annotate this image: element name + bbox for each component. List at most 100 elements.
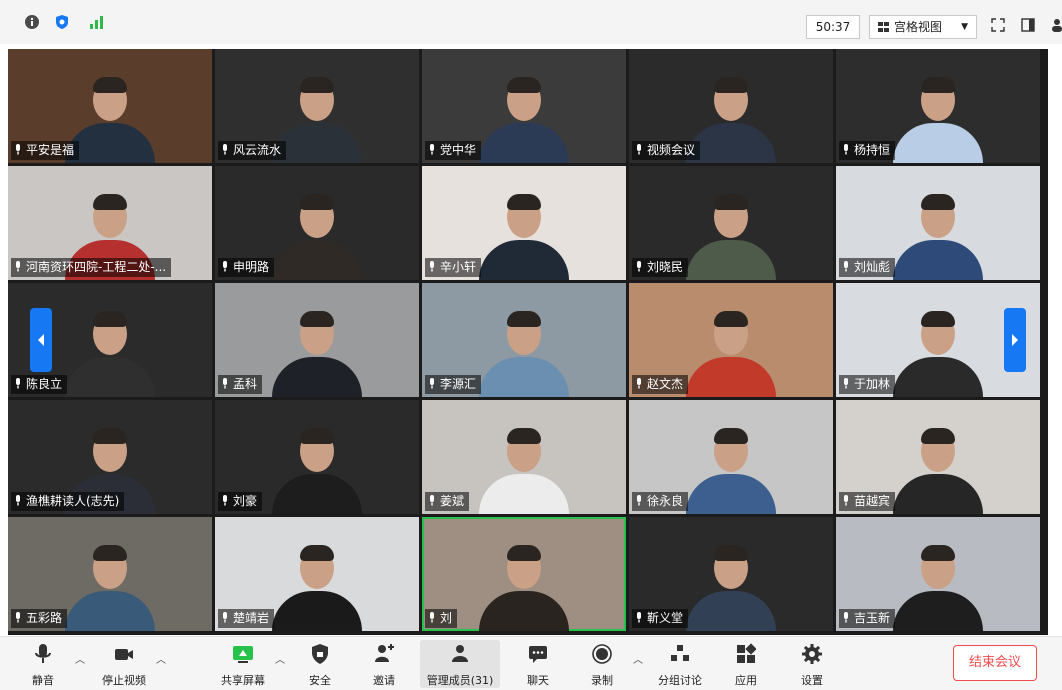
participant-silhouette [262,190,372,280]
previous-page-arrow[interactable] [30,308,52,372]
participant-silhouette [469,424,579,514]
participant-video-tile[interactable]: 刘晓民 [629,166,833,280]
microphone-icon [16,612,20,623]
record-button[interactable]: 录制 [570,640,634,688]
sidebar-toggle-icon[interactable] [1021,18,1035,32]
microphone-icon [223,144,227,155]
participant-name: 杨持恒 [854,143,891,157]
security-button[interactable]: 安全 [288,640,352,688]
share-screen-button[interactable]: 共享屏幕 [211,640,275,688]
participant-video-tile[interactable]: 徐永良 [629,400,833,514]
microphone-icon [430,378,434,389]
participant-video-tile[interactable]: 苗越宾 [836,400,1040,514]
participant-name: 渔樵耕读人(志先) [26,494,120,508]
participant-video-tile[interactable]: 河南资环四院-工程二处-... [8,166,212,280]
participant-name-label: 党中华 [425,141,482,160]
participant-video-tile[interactable]: 刘 [422,517,626,631]
participant-name: 刘晓民 [647,260,684,274]
microphone-icon [637,144,641,155]
participant-name-label: 河南资环四院-工程二处-... [11,258,172,277]
participant-video-tile[interactable]: 李源汇 [422,283,626,397]
manage-members-button[interactable]: 管理成员(31) [420,640,500,688]
apps-label: 应用 [735,674,757,687]
participant-silhouette [262,541,372,631]
participant-video-tile[interactable]: 姜斌 [422,400,626,514]
record-label: 录制 [591,674,613,687]
participant-silhouette [883,190,993,280]
participant-name-label: 赵文杰 [632,375,689,394]
microphone-icon [430,144,434,155]
participant-video-tile[interactable]: 风云流水 [215,49,419,163]
view-mode-dropdown[interactable]: 宫格视图 ▼ [869,15,977,39]
participant-video-tile[interactable]: 赵文杰 [629,283,833,397]
breakout-rooms-label: 分组讨论 [658,674,702,687]
share-screen-icon [233,646,253,663]
mute-options-caret[interactable]: ︿ [75,651,85,666]
participant-video-tile[interactable]: 靳义堂 [629,517,833,631]
participant-name: 姜斌 [440,494,465,508]
share-options-caret[interactable]: ︿ [275,651,285,666]
participant-silhouette [883,73,993,163]
next-page-arrow[interactable] [1004,308,1026,372]
info-icon[interactable] [24,14,40,30]
microphone-icon [223,612,227,623]
gear-icon [802,644,822,664]
participant-name-label: 吉玉新 [839,609,896,628]
participant-name-label: 刘 [425,609,458,628]
participant-video-tile[interactable]: 吉玉新 [836,517,1040,631]
settings-button[interactable]: 设置 [780,640,844,688]
participant-video-tile[interactable]: 五彩路 [8,517,212,631]
chevron-down-icon: ▼ [961,22,968,32]
stop-video-button[interactable]: 停止视频 [92,640,156,688]
record-options-caret[interactable]: ︿ [633,651,643,666]
apps-button[interactable]: 应用 [714,640,778,688]
participant-name-label: 徐永良 [632,492,689,511]
participant-video-tile[interactable]: 孟科 [215,283,419,397]
user-icon[interactable] [1050,18,1062,32]
participant-name-label: 苗越宾 [839,492,896,511]
participant-silhouette [469,190,579,280]
participant-name: 靳义堂 [647,611,684,625]
participant-video-tile[interactable]: 党中华 [422,49,626,163]
microphone-icon [16,144,20,155]
microphone-icon [430,261,434,272]
shield-icon[interactable] [54,14,70,30]
microphone-icon [637,261,641,272]
end-meeting-button[interactable]: 结束会议 [953,645,1037,681]
participant-video-tile[interactable]: 平安是福 [8,49,212,163]
video-grid: 平安是福 风云流水 党中华 视频会议 杨持恒 河南资环四院-工程二处-... 申明路 辛小轩刘… [8,49,1048,635]
participant-name: 河南资环四院-工程二处-... [26,260,167,274]
participant-name-label: 陈良立 [11,375,68,394]
camera-icon [115,649,133,660]
add-user-icon [375,644,394,662]
mute-label: 静音 [32,674,54,687]
participant-name: 徐永良 [647,494,684,508]
participant-silhouette [55,541,165,631]
chat-icon [529,646,547,663]
participant-name: 党中华 [440,143,477,157]
top-status-bar: 50:37 宫格视图 ▼ [0,0,1062,44]
participant-video-tile[interactable]: 杨持恒 [836,49,1040,163]
participant-video-tile[interactable]: 申明路 [215,166,419,280]
participant-video-tile[interactable]: 刘灿彪 [836,166,1040,280]
chat-button[interactable]: 聊天 [506,640,570,688]
video-options-caret[interactable]: ︿ [156,651,166,666]
participant-video-tile[interactable]: 刘豪 [215,400,419,514]
microphone-icon [844,261,848,272]
signal-icon[interactable] [88,14,104,30]
stop-video-label: 停止视频 [102,674,146,687]
participant-name-label: 五彩路 [11,609,68,628]
meeting-timer: 50:37 [806,15,860,39]
microphone-icon [16,495,20,506]
participant-name: 苗越宾 [854,494,891,508]
participant-video-tile[interactable]: 渔樵耕读人(志先) [8,400,212,514]
mute-button[interactable]: 静音 [11,640,75,688]
participant-video-tile[interactable]: 楚靖岩 [215,517,419,631]
microphone-icon [223,495,227,506]
participant-video-tile[interactable]: 视频会议 [629,49,833,163]
breakout-rooms-button[interactable]: 分组讨论 [648,640,712,688]
invite-button[interactable]: 邀请 [352,640,416,688]
fullscreen-icon[interactable] [991,18,1005,32]
participant-video-tile[interactable]: 辛小轩 [422,166,626,280]
participant-name-label: 视频会议 [632,141,701,160]
